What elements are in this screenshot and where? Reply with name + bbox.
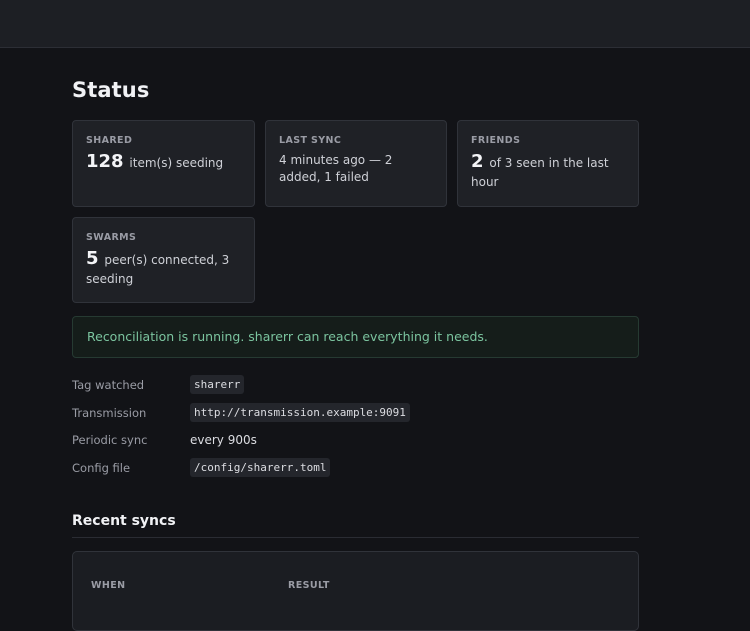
swarms-card-body: 5 peer(s) connected, 3 seeding xyxy=(86,249,241,289)
transmission-url-value: http://transmission.example:9091 xyxy=(190,403,410,422)
page-title: Status xyxy=(72,78,150,102)
detail-label: Transmission xyxy=(72,406,147,420)
shared-card-label: SHARED xyxy=(86,135,133,146)
section-divider xyxy=(72,537,639,538)
detail-row-tag-watched: Tag watched sharerr xyxy=(72,375,639,397)
top-bar xyxy=(0,0,750,48)
last-sync-card: LAST SYNC 4 minutes ago — 2 added, 1 fai… xyxy=(265,120,447,207)
friends-card-body: 2 of 3 seen in the last hour xyxy=(471,152,625,192)
column-header-result: RESULT xyxy=(288,580,330,591)
shared-count: 128 xyxy=(86,151,124,172)
shared-card: SHARED 128 item(s) seeding xyxy=(72,120,255,207)
shared-text: item(s) seeding xyxy=(129,156,224,170)
swarms-card-label: SWARMS xyxy=(86,232,137,243)
swarms-card: SWARMS 5 peer(s) connected, 3 seeding xyxy=(72,217,255,303)
friends-count: 2 xyxy=(471,151,484,172)
swarms-text: peer(s) connected, 3 seeding xyxy=(86,253,230,286)
shared-card-body: 128 item(s) seeding xyxy=(86,152,241,173)
column-header-when: WHEN xyxy=(91,580,126,591)
detail-row-periodic-sync: Periodic sync every 900s xyxy=(72,430,639,452)
detail-row-transmission: Transmission http://transmission.example… xyxy=(72,403,639,425)
last-sync-card-label: LAST SYNC xyxy=(279,135,342,146)
detail-row-config-file: Config file /config/sharerr.toml xyxy=(72,458,639,480)
detail-label: Config file xyxy=(72,461,131,475)
friends-text: of 3 seen in the last hour xyxy=(471,156,609,189)
status-alert: Reconciliation is running. sharerr can r… xyxy=(72,316,639,358)
tag-watched-value: sharerr xyxy=(190,375,245,394)
recent-syncs-heading: Recent syncs xyxy=(72,513,176,529)
config-file-value: /config/sharerr.toml xyxy=(190,458,331,477)
swarms-count: 5 xyxy=(86,248,99,269)
last-sync-text: 4 minutes ago — 2 added, 1 failed xyxy=(279,153,393,184)
friends-card: FRIENDS 2 of 3 seen in the last hour xyxy=(457,120,639,207)
periodic-sync-value: every 900s xyxy=(190,433,257,447)
friends-card-label: FRIENDS xyxy=(471,135,521,146)
recent-syncs-table: WHEN RESULT xyxy=(72,551,639,631)
detail-label: Tag watched xyxy=(72,378,145,392)
detail-label: Periodic sync xyxy=(72,433,148,447)
